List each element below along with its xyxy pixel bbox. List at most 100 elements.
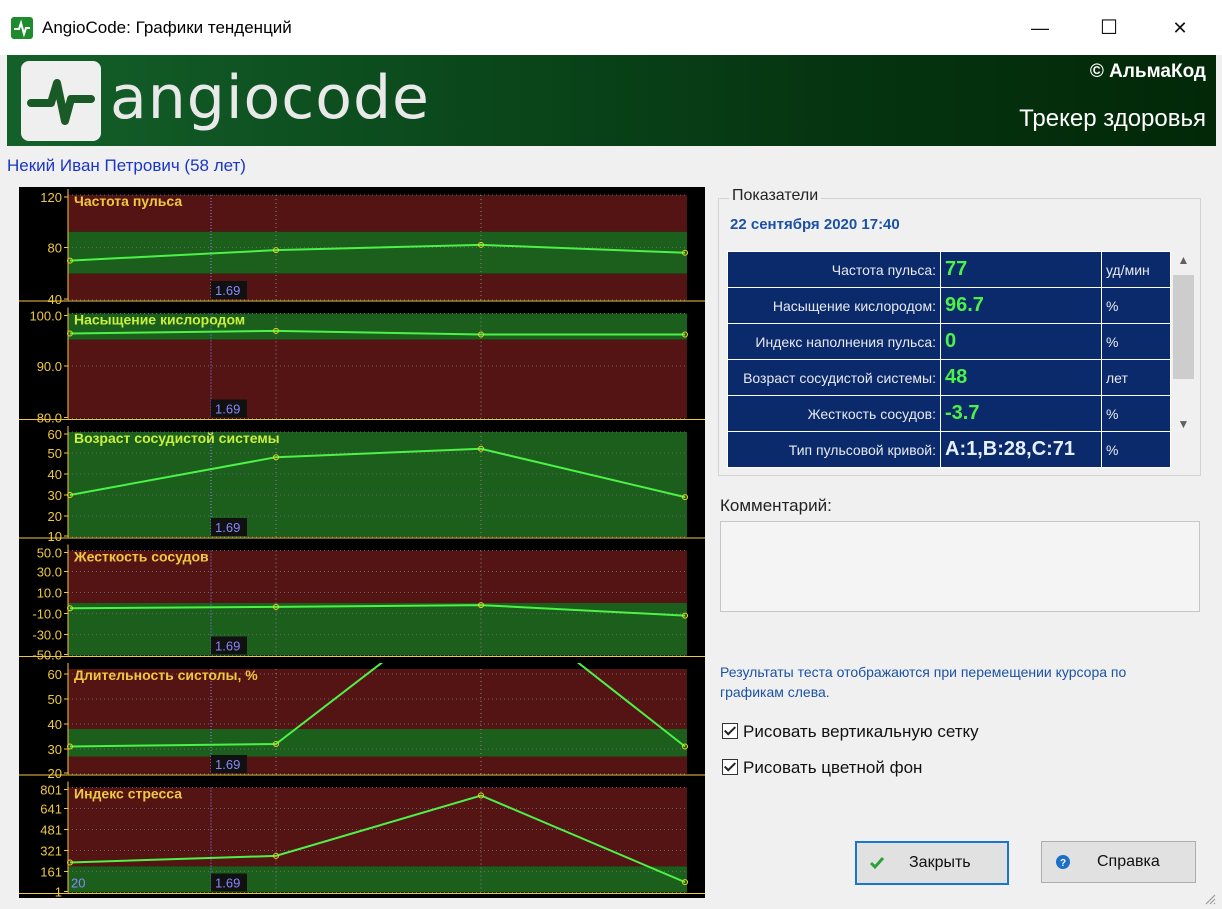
- checkbox-checked-icon[interactable]: [722, 723, 738, 739]
- red-band: [68, 756, 687, 774]
- trend-charts-svg[interactable]: 1208040Частота пульса1.69100.090.080.0На…: [19, 187, 705, 900]
- logo-wordmark: angiocode: [110, 63, 430, 133]
- trend-chart: 60 50 40 30 20 10 Возраст сосудистой системы 1.…: [19, 426, 705, 544]
- chart-title: Возраст сосудистой системы: [74, 430, 280, 446]
- color-bg-label: Рисовать цветной фон: [743, 758, 923, 777]
- close-button-label: Закрыть: [909, 854, 971, 871]
- cursor-label: 1.69: [215, 639, 240, 654]
- help-icon: ?: [1056, 855, 1070, 869]
- indicator-row: Индекс наполнения пульса: 0%: [727, 323, 1171, 360]
- scroll-down-icon[interactable]: ▼: [1171, 417, 1196, 431]
- y-tick-label: 90.0: [37, 359, 62, 374]
- indicator-row: Жесткость сосудов: -3.7%: [727, 395, 1171, 432]
- table-scrollbar[interactable]: ▲ ▼: [1171, 251, 1196, 437]
- checkbox-checked-icon[interactable]: [722, 759, 738, 775]
- vertical-grid-checkbox[interactable]: Рисовать вертикальную сетку: [722, 722, 979, 742]
- close-window-button[interactable]: ✕: [1157, 10, 1203, 46]
- y-tick-label: 40: [48, 467, 62, 482]
- vertical-grid-label: Рисовать вертикальную сетку: [743, 722, 979, 741]
- help-button-label: Справка: [1097, 853, 1160, 870]
- header-banner: angiocode © АльмаКод Трекер здоровья: [7, 55, 1216, 146]
- indicator-unit: %: [1101, 395, 1171, 432]
- maximize-button[interactable]: ☐: [1086, 10, 1132, 46]
- resize-grip-icon[interactable]: [1204, 893, 1216, 905]
- y-tick-label: 120: [40, 190, 62, 205]
- cursor-label: 1.69: [215, 520, 240, 535]
- indicator-label: Частота пульса:: [727, 251, 941, 288]
- indicator-label: Возраст сосудистой системы:: [727, 359, 941, 396]
- indicator-unit: %: [1101, 323, 1171, 360]
- y-tick-label: 20: [48, 766, 62, 781]
- tagline: Трекер здоровья: [1019, 105, 1206, 132]
- y-tick-label: -50.0: [32, 648, 62, 663]
- y-tick-label: 801: [40, 783, 62, 798]
- comment-textarea[interactable]: [720, 521, 1200, 612]
- indicator-label: Тип пульсовой кривой:: [727, 431, 941, 468]
- window-title: AngioCode: Графики тенденций: [42, 18, 292, 37]
- y-tick-label: 80: [48, 241, 62, 256]
- title-bar: AngioCode: Графики тенденций — ☐ ✕: [0, 0, 1222, 55]
- indicators-table: Частота пульса: 77 уд/мин Насыщение кислоро…: [727, 251, 1171, 468]
- svg-text:?: ?: [1060, 858, 1066, 869]
- y-tick-label: -10.0: [32, 607, 62, 622]
- y-tick-label: 30.0: [37, 565, 62, 580]
- trend-chart: 50.0 30.0 10.0 -10.0 -30.0 -50.0 Жесткость сос…: [19, 544, 705, 663]
- trend-charts-panel[interactable]: 120 80 40 Частота пульса 1.69 100.0 90.0 80.0 На…: [19, 187, 705, 900]
- indicator-unit: лет: [1101, 359, 1171, 396]
- indicator-value: 96.7: [940, 287, 1102, 324]
- chart-title: Жесткость сосудов: [73, 549, 209, 565]
- comment-label: Комментарий:: [720, 496, 832, 515]
- help-button[interactable]: ? Справка: [1041, 841, 1196, 883]
- patient-name: Некий Иван Петрович (58 лет): [7, 156, 246, 175]
- y-tick-label: 100.0: [29, 309, 62, 324]
- indicator-value: 77: [940, 251, 1102, 288]
- y-tick-label: 80.0: [37, 411, 62, 426]
- checkmark-icon: [869, 857, 885, 870]
- y-tick-label: 30: [48, 488, 62, 503]
- indicator-unit: %: [1101, 431, 1171, 468]
- indicator-unit: %: [1101, 287, 1171, 324]
- chart-title: Индекс стресса: [74, 786, 182, 802]
- y-tick-label: 30: [48, 742, 62, 757]
- y-tick-label: 10.0: [37, 586, 62, 601]
- trend-chart: 801 641 481 321 161 1 Индекс стресса 1.69 20: [19, 781, 705, 900]
- indicator-row: Тип пульсовой кривой: A:1,B:28,C:71%: [727, 431, 1171, 468]
- y-tick-label: 481: [40, 823, 62, 838]
- cursor-label: 1.69: [215, 283, 240, 298]
- y-tick-label: 50: [48, 446, 62, 461]
- green-band: [68, 231, 687, 274]
- cursor-label: 1.69: [215, 757, 240, 772]
- angiocode-logo-icon: [21, 61, 101, 141]
- color-bg-checkbox[interactable]: Рисовать цветной фон: [722, 758, 922, 778]
- chart-title: Частота пульса: [74, 193, 182, 209]
- indicator-value: A:1,B:28,C:71: [940, 431, 1102, 468]
- close-button[interactable]: Закрыть: [855, 841, 1009, 885]
- indicator-value: -3.7: [940, 395, 1102, 432]
- y-tick-label: 40: [48, 292, 62, 307]
- y-tick-label: 20: [48, 509, 62, 524]
- y-tick-label: -30.0: [32, 628, 62, 643]
- cursor-label: 1.69: [215, 402, 240, 417]
- y-tick-label: 10: [48, 529, 62, 544]
- y-tick-label: 161: [40, 865, 62, 880]
- indicator-row: Насыщение кислородом: 96.7%: [727, 287, 1171, 324]
- scroll-thumb[interactable]: [1173, 275, 1194, 379]
- indicators-group-title: Показатели: [729, 187, 822, 205]
- indicator-label: Индекс наполнения пульса:: [727, 323, 941, 360]
- indicator-value: 0: [940, 323, 1102, 360]
- green-band: [68, 432, 687, 537]
- minimize-button[interactable]: —: [1017, 10, 1063, 46]
- y-tick-label: 50: [48, 692, 62, 707]
- indicator-value: 48: [940, 359, 1102, 396]
- y-tick-label: 1: [55, 885, 62, 899]
- indicator-label: Жесткость сосудов:: [727, 395, 941, 432]
- scroll-up-icon[interactable]: ▲: [1171, 253, 1196, 267]
- y-tick-label: 321: [40, 844, 62, 859]
- y-tick-label: 641: [40, 802, 62, 817]
- chart-title: Насыщение кислородом: [74, 312, 245, 328]
- y-tick-label: 60: [48, 427, 62, 442]
- green-band: [68, 866, 687, 893]
- red-band: [68, 273, 687, 300]
- app-logo-icon: [11, 17, 33, 39]
- y-tick-label: 40: [48, 717, 62, 732]
